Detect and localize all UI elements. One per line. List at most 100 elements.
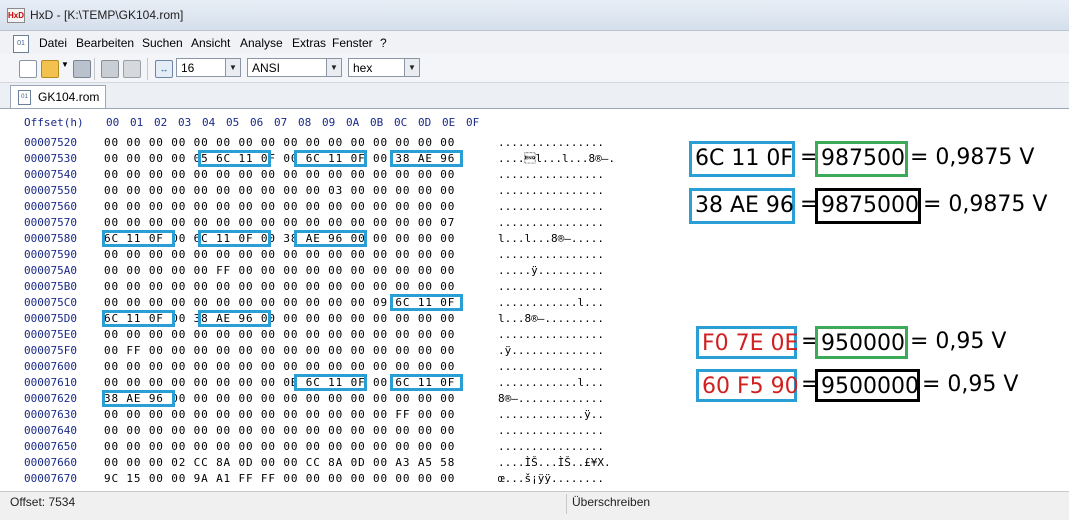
row-bytes[interactable]: 00 00 00 00 00 00 00 00 00 00 00 00 00 F… <box>104 408 455 421</box>
row-offset: 00007660 <box>24 456 77 469</box>
row-ascii[interactable]: l...8®–......... <box>498 312 604 325</box>
row-ascii[interactable]: .....ÿ.......... <box>498 264 604 277</box>
status-mode[interactable]: Überschreiben <box>572 495 650 509</box>
bytes-per-row-value: 16 <box>181 61 195 75</box>
charset-select[interactable]: ANSI ▼ <box>247 58 342 77</box>
annotation-result: = 0,9875 V <box>923 192 1048 217</box>
hxd-app-icon[interactable]: HxD <box>7 8 25 23</box>
row-offset: 00007570 <box>24 216 77 229</box>
column-header: 00 <box>106 116 120 129</box>
menu-ansicht[interactable]: Ansicht <box>191 36 230 50</box>
column-header: 03 <box>178 116 192 129</box>
bytes-per-row-select[interactable]: 16 ▼ <box>176 58 241 77</box>
row-bytes[interactable]: 00 00 00 00 00 00 00 00 00 00 00 00 00 0… <box>104 360 455 373</box>
column-header: 01 <box>130 116 144 129</box>
column-header: 08 <box>298 116 312 129</box>
row-ascii[interactable]: ................ <box>498 168 604 181</box>
menu-datei[interactable]: Datei <box>39 36 67 50</box>
document-icon: 01 <box>18 90 31 105</box>
row-bytes[interactable]: 00 00 00 00 00 00 00 00 00 00 00 00 00 0… <box>104 136 455 149</box>
save-icon[interactable] <box>73 60 91 78</box>
row-bytes[interactable]: 00 00 00 00 00 00 00 00 00 00 00 00 00 0… <box>104 216 455 229</box>
annotation-hex-38ae96: 38 AE 96 <box>689 188 795 224</box>
row-bytes[interactable]: 9C 15 00 00 9A A1 FF FF 00 00 00 00 00 0… <box>104 472 455 485</box>
row-ascii[interactable]: ................ <box>498 440 604 453</box>
offset-base-select[interactable]: hex ▼ <box>348 58 420 77</box>
annotation-result: = 0,95 V <box>910 329 1007 354</box>
row-ascii[interactable]: .............ÿ.. <box>498 408 604 421</box>
annotation-hex-60f590: 60 F5 90 <box>696 369 799 402</box>
offset-header: Offset(h) <box>24 116 84 129</box>
row-ascii[interactable]: ................ <box>498 184 604 197</box>
row-offset: 00007630 <box>24 408 77 421</box>
row-ascii[interactable]: ................ <box>498 216 604 229</box>
row-ascii[interactable]: 8®–............. <box>498 392 604 405</box>
highlight-6c110f <box>390 374 463 391</box>
highlight-6c110f <box>198 150 271 167</box>
edit-ram-icon[interactable] <box>101 60 119 78</box>
row-ascii[interactable]: ............l... <box>498 376 604 389</box>
row-ascii[interactable]: ................ <box>498 424 604 437</box>
row-ascii[interactable]: ............l... <box>498 296 604 309</box>
highlight-6c110f <box>294 150 367 167</box>
offset-base-value: hex <box>353 61 373 75</box>
menu-help[interactable]: ? <box>380 36 387 50</box>
menu-suchen[interactable]: Suchen <box>142 36 183 50</box>
column-header: 07 <box>274 116 288 129</box>
row-ascii[interactable]: ....l...l...8®–. <box>498 152 615 165</box>
row-ascii[interactable]: ....ÌŠ...ÌŠ..£¥X. <box>498 456 611 469</box>
document-menu-icon[interactable]: 01 <box>13 35 29 53</box>
row-bytes[interactable]: 00 00 00 00 00 00 00 00 00 00 00 00 00 0… <box>104 328 455 341</box>
column-header: 0D <box>418 116 432 129</box>
tab-gk104-rom[interactable]: 01 GK104.rom <box>10 85 106 108</box>
row-ascii[interactable]: ................ <box>498 248 604 261</box>
menu-extras[interactable]: Extras <box>292 36 326 50</box>
highlight-6c110f <box>390 294 463 311</box>
chevron-down-icon[interactable]: ▼ <box>326 59 341 76</box>
row-ascii[interactable]: œ...š¡ÿÿ........ <box>498 472 604 485</box>
row-offset: 00007610 <box>24 376 77 389</box>
row-bytes[interactable]: 00 FF 00 00 00 00 00 00 00 00 00 00 00 0… <box>104 344 455 357</box>
new-file-icon[interactable] <box>19 60 37 78</box>
column-header: 0C <box>394 116 408 129</box>
highlight-6c110f <box>198 230 271 247</box>
row-ascii[interactable]: ................ <box>498 200 604 213</box>
row-bytes[interactable]: 00 00 00 02 CC 8A 0D 00 00 CC 8A 0D 00 A… <box>104 456 455 469</box>
row-ascii[interactable]: ................ <box>498 280 604 293</box>
row-bytes[interactable]: 00 00 00 00 00 00 00 00 00 00 00 00 00 0… <box>104 248 455 261</box>
row-bytes[interactable]: 00 00 00 00 00 FF 00 00 00 00 00 00 00 0… <box>104 264 455 277</box>
row-bytes[interactable]: 00 00 00 00 00 00 00 00 00 00 00 00 00 0… <box>104 440 455 453</box>
row-ascii[interactable]: l...l...8®–..... <box>498 232 604 245</box>
row-bytes[interactable]: 00 00 00 00 00 00 00 00 00 00 00 00 00 0… <box>104 280 455 293</box>
row-bytes[interactable]: 00 00 00 00 00 00 00 00 00 00 00 00 00 0… <box>104 168 455 181</box>
column-header: 02 <box>154 116 168 129</box>
menu-analyse[interactable]: Analyse <box>240 36 283 50</box>
row-offset: 000075E0 <box>24 328 77 341</box>
menu-bearbeiten[interactable]: Bearbeiten <box>76 36 134 50</box>
chevron-down-icon[interactable]: ▼ <box>225 59 240 76</box>
column-header: 09 <box>322 116 336 129</box>
column-header: 05 <box>226 116 240 129</box>
highlight-38ae96 <box>390 150 463 167</box>
row-offset: 00007590 <box>24 248 77 261</box>
row-ascii[interactable]: ................ <box>498 136 604 149</box>
column-header: 0B <box>370 116 384 129</box>
row-bytes[interactable]: 00 00 00 00 00 00 00 00 00 00 00 00 00 0… <box>104 200 455 213</box>
row-bytes[interactable]: 00 00 00 00 00 00 00 00 00 00 03 00 00 0… <box>104 184 455 197</box>
row-ascii[interactable]: ................ <box>498 360 604 373</box>
row-ascii[interactable]: ................ <box>498 328 604 341</box>
row-bytes[interactable]: 00 00 00 00 00 00 00 00 00 00 00 00 00 0… <box>104 424 455 437</box>
row-offset: 00007620 <box>24 392 77 405</box>
highlight-38ae96 <box>294 230 367 247</box>
open-disk-icon[interactable] <box>123 60 141 78</box>
row-offset: 00007560 <box>24 200 77 213</box>
open-file-icon[interactable] <box>41 60 59 78</box>
row-ascii[interactable]: .ÿ.............. <box>498 344 604 357</box>
row-offset: 00007550 <box>24 184 77 197</box>
chevron-down-icon[interactable]: ▼ <box>404 59 419 76</box>
open-dropdown-arrow-icon[interactable]: ▼ <box>61 60 69 69</box>
row-offset: 00007640 <box>24 424 77 437</box>
row-offset: 00007520 <box>24 136 77 149</box>
row-offset: 000075C0 <box>24 296 77 309</box>
menu-fenster[interactable]: Fenster <box>332 36 373 50</box>
